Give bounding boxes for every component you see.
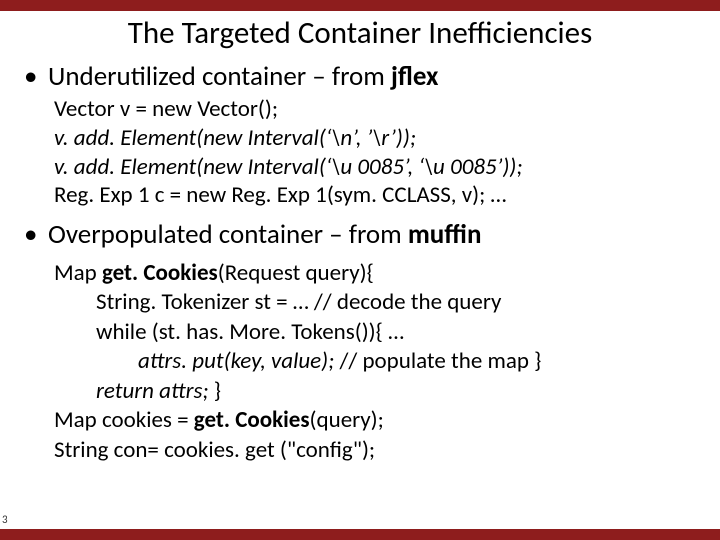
code-line: while (st. has. More. Tokens()){ … — [54, 318, 700, 347]
bullet-text: Underutilized container – from — [48, 60, 391, 93]
code-block-1: Vector v = new Vector(); v. add. Element… — [20, 95, 700, 210]
code-line: return attrs; } — [54, 377, 700, 406]
code-line: v. add. Element(new Interval(‘\u 0085’, … — [54, 153, 700, 182]
slide: The Targeted Container Inefficiencies Un… — [0, 0, 720, 540]
slide-body: Underutilized container – from jflex Vec… — [20, 60, 700, 465]
bullet-text: Overpopulated container – from — [48, 218, 408, 251]
bullet-overpopulated: Overpopulated container – from muffin — [20, 218, 700, 251]
code-line: String con= cookies. get ("config"); — [54, 436, 700, 465]
code-line: String. Tokenizer st = … // decode the q… — [54, 288, 700, 317]
code-line: v. add. Element(new Interval(‘\n’, ’\r’)… — [54, 124, 700, 153]
code-line: Reg. Exp 1 c = new Reg. Exp 1(sym. CCLAS… — [54, 181, 700, 210]
top-accent-bar — [0, 0, 720, 11]
slide-title: The Targeted Container Inefficiencies — [0, 14, 720, 52]
bullet-underutilized: Underutilized container – from jflex — [20, 60, 700, 93]
code-line: Map cookies = get. Cookies(query); — [54, 406, 700, 435]
code-line: attrs. put(key, value); // populate the … — [54, 347, 700, 376]
bottom-accent-bar — [0, 529, 720, 540]
page-number: 3 — [2, 513, 8, 526]
bullet-em: muffin — [408, 218, 482, 251]
code-block-2: Map get. Cookies(Request query){ String.… — [20, 259, 700, 465]
bullet-em: jflex — [391, 60, 438, 93]
code-line: Vector v = new Vector(); — [54, 95, 700, 124]
code-line: Map get. Cookies(Request query){ — [54, 259, 700, 288]
